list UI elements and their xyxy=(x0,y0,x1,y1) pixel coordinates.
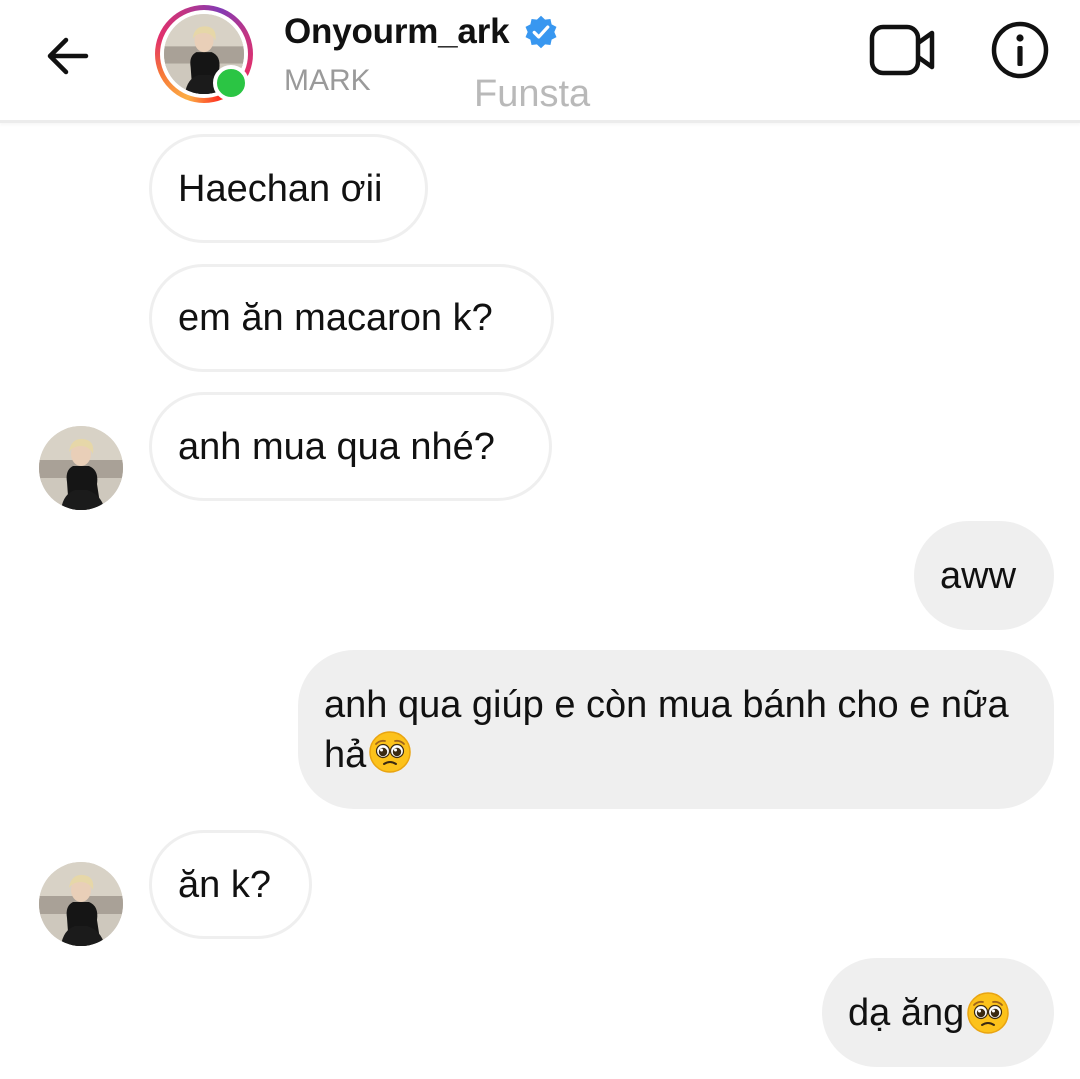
outgoing-message-bubble[interactable]: anh qua giúp e còn mua bánh cho e nữa hả xyxy=(298,650,1054,809)
sender-avatar[interactable] xyxy=(39,426,123,510)
back-button[interactable] xyxy=(36,30,96,82)
message-text: aww xyxy=(940,554,1017,597)
info-icon xyxy=(991,21,1049,79)
chat-screen: Onyourm_ark MARK Funsta Haechan ơii em ă… xyxy=(0,0,1080,1079)
message-text: em ăn macaron k? xyxy=(178,297,493,339)
message-text: anh qua giúp e còn mua bánh cho e nữa hả xyxy=(324,683,1009,776)
pleading-face-emoji xyxy=(966,991,1010,1035)
incoming-message-bubble[interactable]: em ăn macaron k? xyxy=(149,264,554,372)
chat-username[interactable]: Onyourm_ark xyxy=(284,12,559,52)
sender-avatar[interactable] xyxy=(39,862,123,946)
verified-badge-icon xyxy=(523,14,559,50)
chat-subname: MARK xyxy=(284,64,371,97)
incoming-message-bubble[interactable]: ăn k? xyxy=(149,830,312,939)
incoming-message-bubble[interactable]: anh mua qua nhé? xyxy=(149,392,552,501)
watermark-text: Funsta xyxy=(474,73,591,115)
outgoing-message-bubble[interactable]: dạ ăng xyxy=(822,958,1054,1067)
avatar-photo xyxy=(39,426,123,510)
avatar-photo xyxy=(39,862,123,946)
online-status-dot xyxy=(213,65,249,101)
video-call-button[interactable] xyxy=(868,22,938,78)
message-text: dạ ăng xyxy=(848,991,965,1034)
chat-header: Onyourm_ark MARK Funsta xyxy=(0,0,1080,123)
message-text: ăn k? xyxy=(178,863,271,906)
username-text: Onyourm_ark xyxy=(284,12,510,51)
pleading-face-emoji xyxy=(368,730,412,774)
message-text: Haechan ơii xyxy=(178,167,383,210)
info-button[interactable] xyxy=(990,20,1050,80)
message-text: anh mua qua nhé? xyxy=(178,425,495,468)
arrow-left-icon xyxy=(47,37,89,75)
outgoing-message-bubble[interactable]: aww xyxy=(914,521,1054,630)
message-text-wrap: anh qua giúp e còn mua bánh cho e nữa hả xyxy=(324,680,1024,780)
incoming-message-bubble[interactable]: Haechan ơii xyxy=(149,134,428,243)
video-camera-icon xyxy=(869,24,935,76)
